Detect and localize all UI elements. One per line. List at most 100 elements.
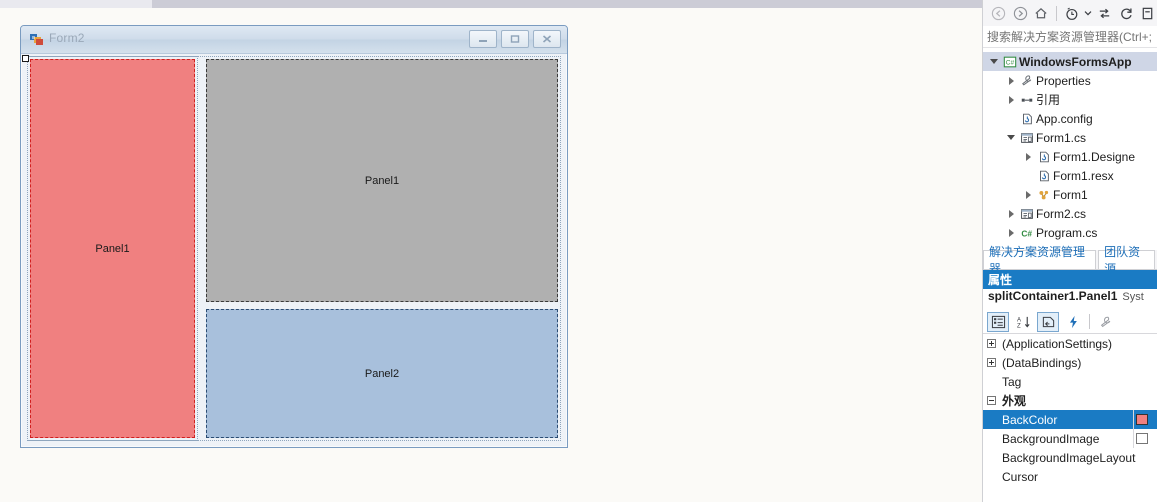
expander-expanded-icon[interactable] <box>1004 135 1018 140</box>
dock-tab-bar[interactable]: 解决方案资源管理器 团队资源 <box>983 245 1157 276</box>
tree-item-label: Form1 <box>1053 187 1088 202</box>
property-row[interactable]: (ApplicationSettings) <box>983 334 1157 353</box>
class-icon <box>1039 190 1049 199</box>
expand-icon[interactable] <box>987 339 996 348</box>
panel-bottom-right[interactable]: Panel2 <box>206 309 558 438</box>
expander-collapsed-icon[interactable] <box>1004 228 1018 237</box>
tree-item-program-cs[interactable]: C# Program.cs <box>983 223 1157 242</box>
tree-item-label: Form1.Designe <box>1053 149 1136 164</box>
home-button[interactable] <box>1032 3 1051 23</box>
properties-object-row[interactable]: splitContainer1.Panel1 Syst <box>983 289 1157 310</box>
properties-button[interactable] <box>1037 311 1059 332</box>
property-row[interactable]: Cursor <box>983 467 1157 486</box>
tree-item-form1-designe[interactable]: Form1.Designe <box>983 147 1157 166</box>
split-container[interactable]: Panel1 Panel1 Panel2 <box>27 56 561 441</box>
property-row[interactable]: BackgroundImageLayout <box>983 448 1157 467</box>
expander-collapsed-icon[interactable] <box>1021 190 1035 199</box>
panel-bottom-right-label: Panel2 <box>364 367 400 380</box>
property-row[interactable]: (DataBindings) <box>983 353 1157 372</box>
expander-collapsed-icon[interactable] <box>1004 76 1018 85</box>
horizontal-splitter[interactable] <box>206 302 558 309</box>
expander-expanded-icon[interactable] <box>987 59 1001 64</box>
pending-changes-button[interactable] <box>1062 3 1081 23</box>
form-file-icon <box>1021 132 1033 143</box>
tree-item-label: Form2.cs <box>1036 206 1087 221</box>
panel-left[interactable]: Panel1 <box>27 56 198 441</box>
alphabetical-button[interactable]: A Z <box>1012 312 1034 332</box>
windows-form-icon <box>30 34 43 45</box>
expander-collapsed-icon[interactable] <box>1004 209 1018 218</box>
tree-item-properties[interactable]: Properties <box>983 71 1157 90</box>
pending-changes-dropdown[interactable] <box>1083 3 1093 23</box>
panel-top-right[interactable]: Panel1 <box>206 59 558 302</box>
property-row[interactable]: 外观 <box>983 391 1157 410</box>
properties-header: 属性 <box>983 270 1157 289</box>
toolbar-separator <box>1056 5 1057 21</box>
csharp-file-icon: C# <box>1021 228 1032 238</box>
close-button[interactable] <box>533 30 561 48</box>
properties-object-type: Syst <box>1122 291 1144 303</box>
nested-split-container[interactable]: Panel1 Panel2 <box>206 59 558 438</box>
property-name: 外观 <box>1002 394 1027 408</box>
events-button[interactable] <box>1062 312 1084 332</box>
tree-item-form1-resx[interactable]: Form1.resx <box>983 166 1157 185</box>
clock-icon <box>1066 7 1078 20</box>
tree-item-windowsformsapp[interactable]: C# WindowsFormsApp <box>983 52 1157 71</box>
value-box <box>1136 433 1148 444</box>
svg-text:Z: Z <box>1016 323 1020 328</box>
property-row[interactable]: Tag <box>983 372 1157 391</box>
dock-tab-1[interactable]: 解决方案资源管理器 <box>983 245 1097 276</box>
expander-collapsed-icon[interactable] <box>1004 95 1018 104</box>
sync-button[interactable] <box>1095 3 1114 23</box>
back-button[interactable] <box>989 3 1008 23</box>
properties-grid[interactable]: (ApplicationSettings) (DataBindings) Tag 外观… <box>983 334 1157 486</box>
property-pages-button[interactable] <box>1095 312 1117 332</box>
tree-item-form1[interactable]: Form1 <box>983 185 1157 204</box>
tree-item-form1-cs[interactable]: Form1.cs <box>983 128 1157 147</box>
expand-icon[interactable] <box>987 358 996 367</box>
form-designer-window[interactable]: Form2 Panel1 Panel1 Panel2 <box>20 25 568 448</box>
refresh-button[interactable] <box>1116 3 1135 23</box>
tree-item-label: WindowsFormsApp <box>1019 54 1132 69</box>
property-name: BackgroundImageLayout <box>1002 450 1136 465</box>
properties-object-name: splitContainer1.Panel1 <box>988 289 1118 303</box>
form-window-buttons <box>469 30 561 48</box>
property-row[interactable]: BackColor <box>983 410 1157 429</box>
home-icon <box>1035 7 1047 18</box>
tree-item-form2-cs[interactable]: Form2.cs <box>983 204 1157 223</box>
solution-explorer-search[interactable] <box>983 26 1157 48</box>
tree-item-app-config[interactable]: App.config <box>983 109 1157 128</box>
color-swatch <box>1136 414 1148 425</box>
collapse-all-button[interactable] <box>1138 3 1157 23</box>
maximize-button[interactable] <box>501 30 529 48</box>
document-tab-strip <box>0 0 982 8</box>
form-designer-surface[interactable]: Form2 Panel1 Panel1 Panel2 <box>0 8 982 502</box>
property-value-cell[interactable] <box>1133 429 1157 448</box>
document-tab[interactable] <box>0 0 152 8</box>
solution-explorer-tree[interactable]: C# WindowsFormsApp Properties 引用 App.config F… <box>983 48 1157 250</box>
expander-collapsed-icon[interactable] <box>1021 152 1035 161</box>
forward-arrow-icon <box>1013 6 1027 20</box>
minimize-button[interactable] <box>469 30 497 48</box>
categorized-button[interactable] <box>987 311 1009 332</box>
property-value-cell[interactable] <box>1133 410 1157 429</box>
forward-button[interactable] <box>1010 3 1029 23</box>
solution-explorer-toolbar <box>983 0 1157 26</box>
search-input[interactable] <box>983 29 1157 44</box>
tree-item-label: Form1.cs <box>1036 130 1087 145</box>
property-name: (ApplicationSettings) <box>1002 336 1113 351</box>
csharp-project-icon: C# <box>1001 55 1019 69</box>
back-arrow-icon <box>992 6 1006 20</box>
svg-text:A: A <box>1016 317 1021 323</box>
selection-handle[interactable] <box>22 55 29 62</box>
dock-tab-2[interactable]: 团队资源 <box>1098 245 1155 276</box>
sync-arrows-icon <box>1100 8 1110 18</box>
property-row[interactable]: BackgroundImage <box>983 429 1157 448</box>
vertical-splitter[interactable] <box>199 59 206 438</box>
class-icon <box>1035 188 1053 202</box>
collapse-icon[interactable] <box>987 396 996 405</box>
chevron-down-icon <box>1084 11 1092 16</box>
tree-item-[interactable]: 引用 <box>983 90 1157 109</box>
form-titlebar[interactable]: Form2 <box>21 26 567 54</box>
minimize-icon <box>479 40 487 42</box>
